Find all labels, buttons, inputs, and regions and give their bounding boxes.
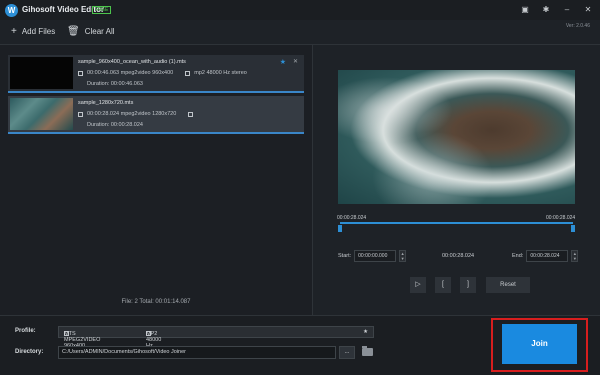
file-name: sample_1280x720.mts xyxy=(78,100,134,106)
star-icon[interactable]: ★ xyxy=(363,329,368,335)
video-icon xyxy=(78,111,83,117)
file-duration: Duration: 00:00:28.024 xyxy=(87,122,143,128)
remove-file-icon[interactable]: ✕ xyxy=(293,58,298,65)
add-files-button[interactable]: + Add Files xyxy=(11,26,55,37)
star-icon[interactable]: ★ xyxy=(280,58,286,66)
timeline-right-time: 00:00:28.024 xyxy=(546,215,576,221)
app-logo: W xyxy=(5,4,18,17)
current-time: 00:00:28.024 xyxy=(442,253,475,259)
end-time-spinner[interactable]: ▲ ▼ xyxy=(571,250,579,262)
play-button[interactable]: ▷ xyxy=(410,277,426,293)
audio-icon xyxy=(185,70,191,76)
start-time-spinner[interactable]: ▲ ▼ xyxy=(399,250,407,262)
trash-icon: 🗑 xyxy=(67,26,80,37)
plus-icon: + xyxy=(11,26,17,37)
free-badge: FREE xyxy=(92,6,112,14)
file-audio-info: mp2 48000 Hz stereo xyxy=(194,70,247,76)
add-files-label: Add Files xyxy=(21,27,56,36)
file-info: 00:00:28.024 mpeg2video 1280x720 xyxy=(78,111,197,117)
minimize-icon[interactable]: – xyxy=(561,4,573,16)
timeline-track[interactable] xyxy=(340,222,573,224)
duration-value: 00:00:46.063 xyxy=(110,81,143,87)
file-video-info: 00:00:28.024 mpeg2video 1280x720 xyxy=(87,111,177,117)
file-stats: File: 2 Total: 00:01:14.087 xyxy=(121,299,191,305)
end-time-row: End: 00:00:28.024 ▲ ▼ xyxy=(512,250,579,262)
mark-out-button[interactable]: ] xyxy=(460,277,476,293)
file-info: 00:00:46.063 mpeg2video 960x400 mp2 4800… xyxy=(78,70,247,76)
duration-label: Duration: xyxy=(87,81,110,87)
file-list-item[interactable]: sample_1280x720.mts 00:00:28.024 mpeg2vi… xyxy=(8,96,304,134)
duration-label: Duration: xyxy=(87,122,110,128)
file-thumbnail xyxy=(10,57,73,89)
file-list-item[interactable]: sample_960x400_ocean_with_audio (1).mts … xyxy=(8,55,304,93)
clear-all-label: Clear All xyxy=(84,27,115,36)
video-preview xyxy=(338,70,575,204)
end-label: End: xyxy=(512,253,524,259)
file-name: sample_960x400_ocean_with_audio (1).mts xyxy=(78,59,186,65)
file-duration: Duration: 00:00:46.063 xyxy=(87,81,143,87)
start-time-row: Start: 00:00:00.000 ▲ ▼ xyxy=(338,250,407,262)
profile-label: Profile: xyxy=(15,328,36,334)
version-label: Ver: 2.0.46 xyxy=(565,23,590,29)
join-button[interactable]: Join xyxy=(502,324,577,364)
title-bar: W Gihosoft Video Editor FREE ▣ ✱ – ✕ xyxy=(0,0,600,20)
timeline-start-handle[interactable] xyxy=(338,225,342,232)
start-time-input[interactable]: 00:00:00.000 xyxy=(354,250,397,262)
file-thumbnail xyxy=(10,98,73,130)
folder-icon[interactable] xyxy=(362,346,373,356)
file-video-info: 00:00:46.063 mpeg2video 960x400 xyxy=(87,70,174,76)
end-time-input[interactable]: 00:00:28.024 xyxy=(526,250,569,262)
directory-label: Directory: xyxy=(15,349,44,355)
close-icon[interactable]: ✕ xyxy=(582,4,594,16)
duration-value: 00:00:28.024 xyxy=(110,122,143,128)
timeline-end-handle[interactable] xyxy=(571,225,575,232)
reset-button[interactable]: Reset xyxy=(486,277,530,293)
profile-select[interactable]: MTS MPEG2VIDEO 960x400 MP2 48000 Hz ster… xyxy=(58,326,374,355)
browse-button[interactable]: ... xyxy=(339,346,355,359)
mark-in-button[interactable]: [ xyxy=(435,277,451,293)
clear-all-button[interactable]: 🗑 Clear All xyxy=(67,26,115,37)
bookmark-icon[interactable]: ▣ xyxy=(519,4,531,16)
audio-icon xyxy=(188,111,194,117)
timeline-left-time: 00:00:28.024 xyxy=(337,215,367,221)
start-label: Start: xyxy=(338,253,352,259)
gear-icon[interactable]: ✱ xyxy=(540,4,552,16)
directory-input[interactable]: C:/Users/ADMIN/Documents/Gihosoft/Video … xyxy=(58,346,336,359)
video-icon xyxy=(78,70,83,76)
